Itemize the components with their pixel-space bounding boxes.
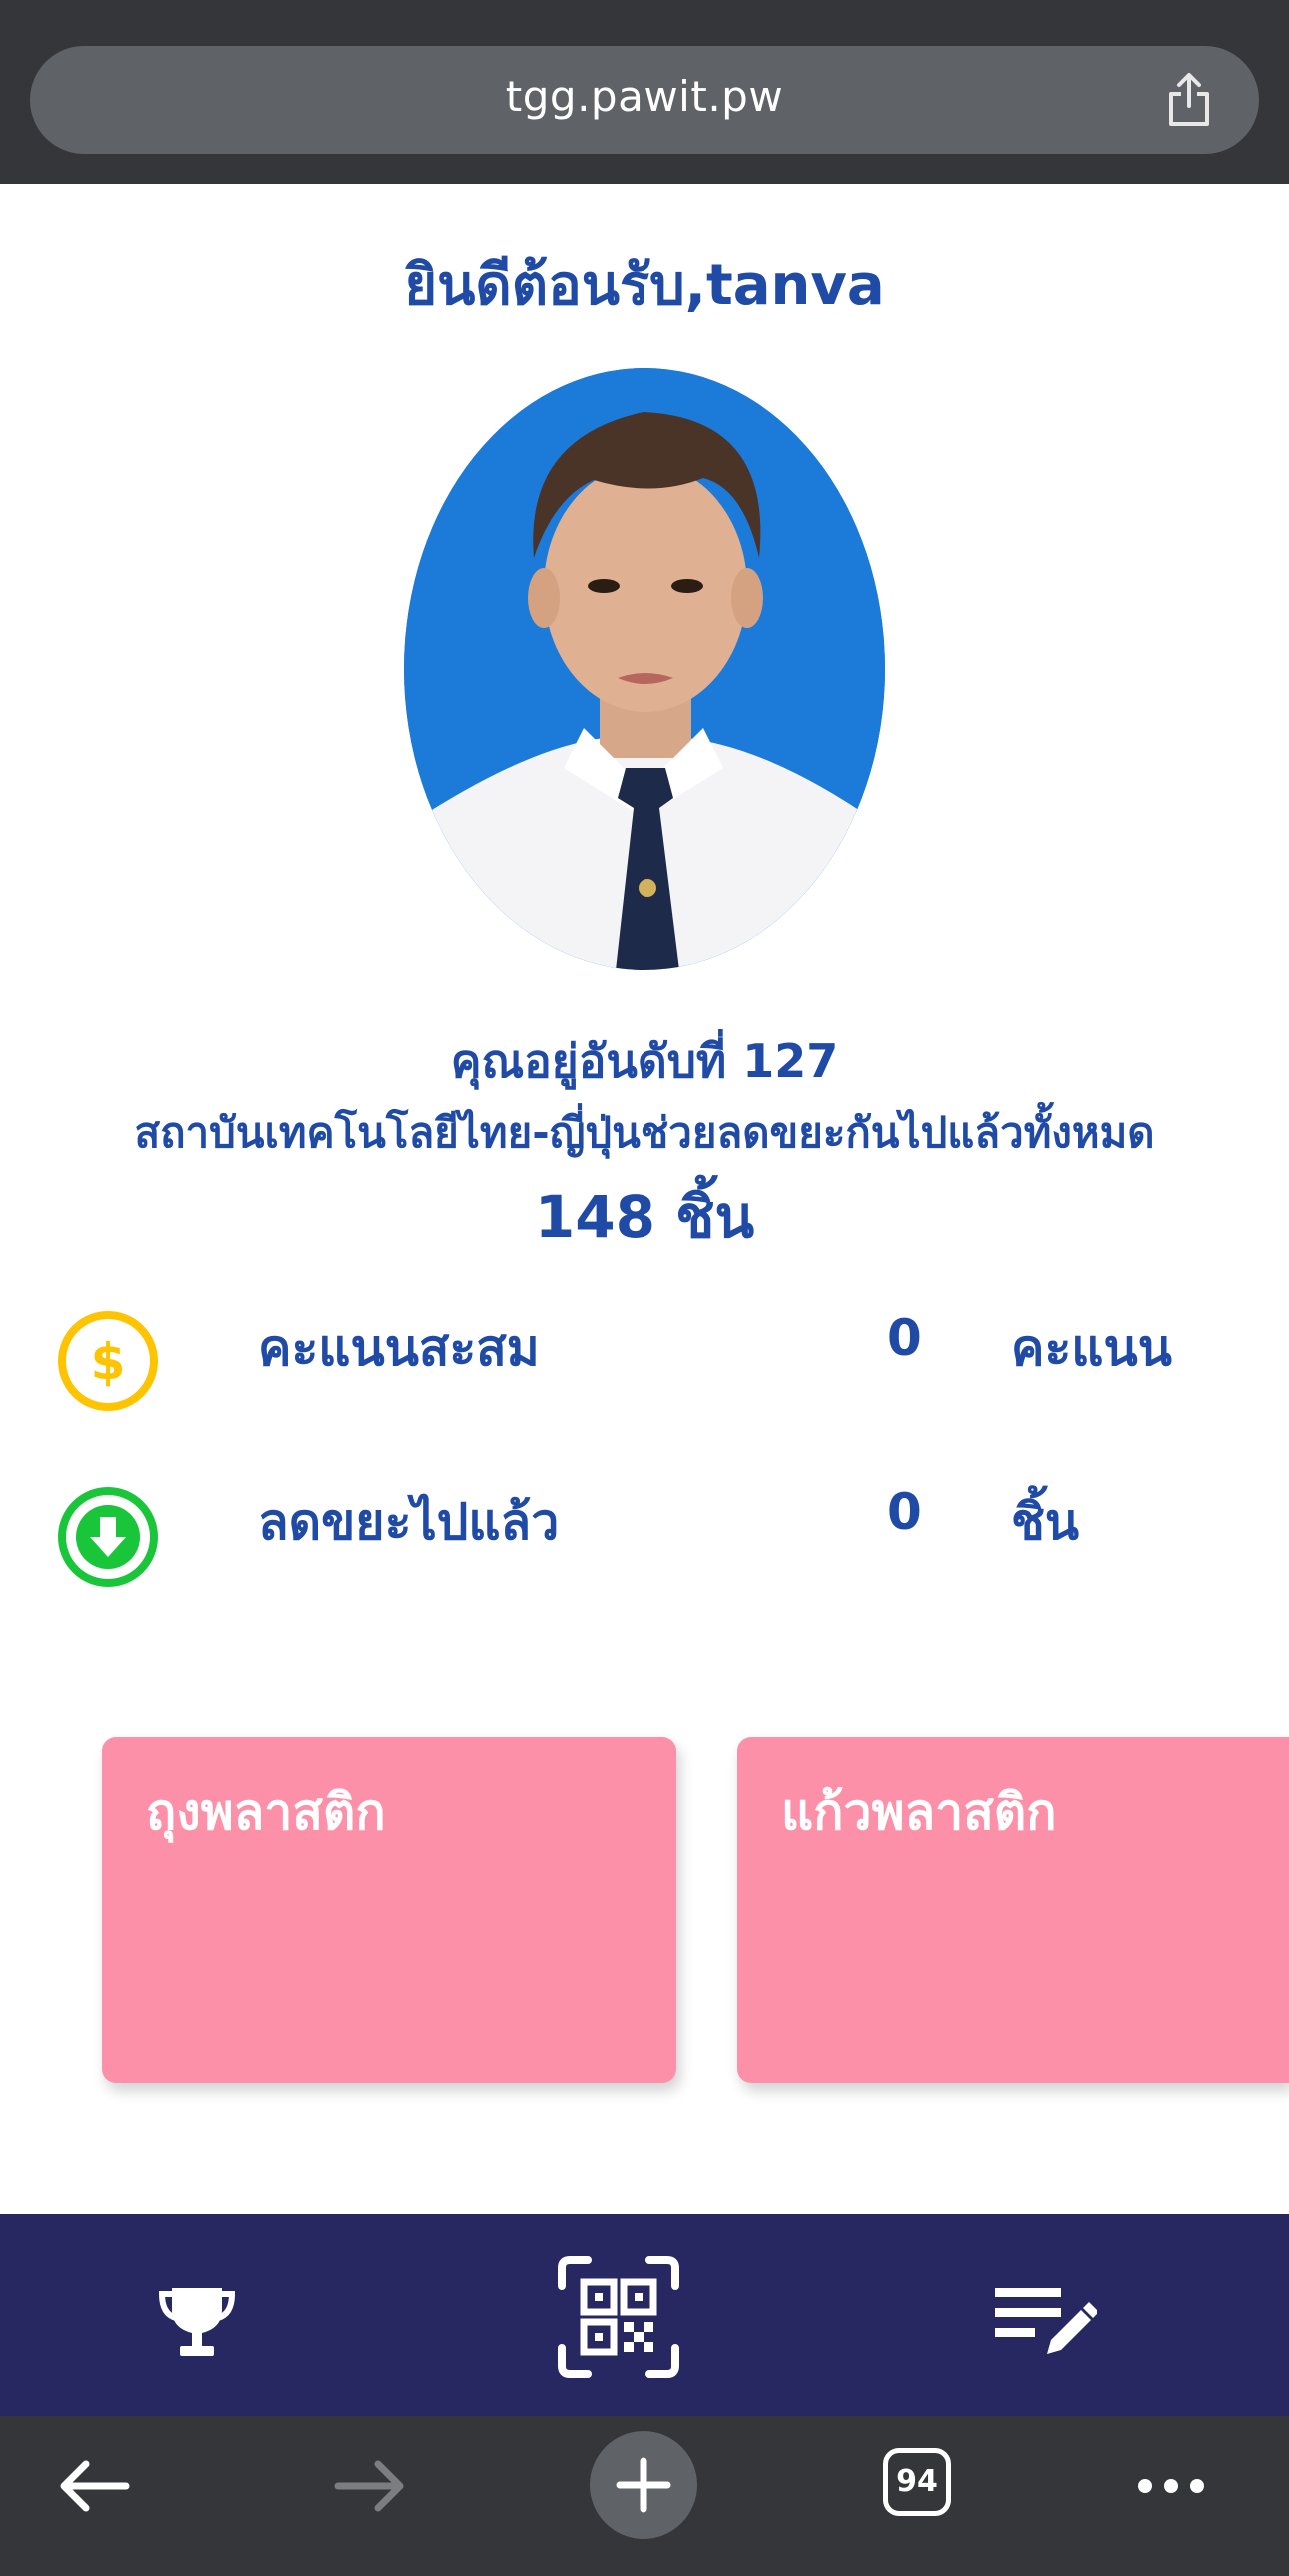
points-value: 0 [887,1309,922,1367]
browser-bottom-toolbar: 94 [0,2416,1289,2576]
new-tab-button[interactable] [590,2431,697,2539]
rank-text: คุณอยู่อันดับที่ 127 [450,1034,839,1088]
points-label: คะแนนสะสม [258,1319,540,1377]
forward-arrow-icon[interactable] [332,2456,408,2516]
app-bottom-nav [0,2214,1289,2416]
address-bar[interactable]: tgg.pawit.pw [30,46,1259,154]
card-plastic-bag[interactable]: ถุงพลาสติก [102,1737,676,2083]
trophy-icon[interactable] [158,2284,236,2360]
svg-text:$: $ [91,1333,126,1391]
browser-top-bar: tgg.pawit.pw [0,0,1289,184]
institute-text: สถาบันเทคโนโลยีไทย-ญี่ปุ่นช่วยลดขยะกันไป… [134,1108,1155,1157]
avatar [404,368,885,970]
dollar-coin-icon: $ [58,1311,158,1411]
plus-icon [616,2457,671,2513]
reduced-value: 0 [887,1483,922,1541]
card-title: ถุงพลาสติก [146,1783,386,1841]
url-text[interactable]: tgg.pawit.pw [30,72,1259,121]
back-arrow-icon[interactable] [56,2456,132,2516]
reduced-label: ลดขยะไปแล้ว [258,1493,560,1551]
welcome-title: ยินดีต้อนรับ,tanva [404,253,885,318]
total-reduced-text: 148 ชิ้น [534,1183,755,1251]
card-plastic-cup[interactable]: แก้วพลาสติก [737,1737,1289,2083]
points-unit: คะแนน [1011,1319,1172,1377]
qr-scan-icon[interactable] [556,2254,681,2380]
more-options-icon[interactable] [1135,2471,1207,2501]
tabs-count-button[interactable]: 94 [883,2448,951,2516]
reduced-unit: ชิ้น [1011,1493,1080,1551]
share-icon[interactable] [1159,70,1219,130]
edit-list-icon[interactable] [993,2284,1097,2362]
profile-photo [404,368,885,970]
download-arrow-icon [58,1487,158,1587]
card-title: แก้วพลาสติก [781,1783,1057,1841]
